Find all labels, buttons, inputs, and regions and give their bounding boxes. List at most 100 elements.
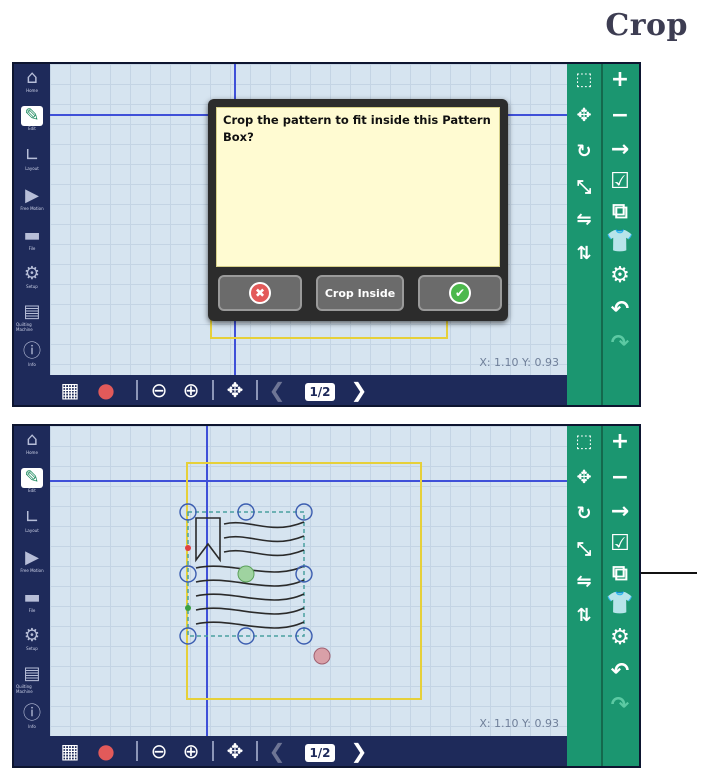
- pan-icon[interactable]: ✥: [222, 739, 248, 763]
- sidebar-item-edit[interactable]: ✎ Edit: [16, 468, 48, 504]
- pattern-box-icon[interactable]: ⬚: [569, 428, 599, 454]
- toolbar-divider: [212, 380, 214, 400]
- toolbar-divider: [212, 741, 214, 761]
- flag-stripe: [195, 607, 305, 615]
- quilting-machine-icon: ▤: [23, 663, 41, 684]
- sidebar-item-quilting-machine[interactable]: ▤ Quilting Machine: [16, 302, 48, 338]
- pattern-canvas[interactable]: X: 1.10 Y: 0.93 Crop the pattern to fit …: [50, 64, 567, 375]
- gears-icon: ⚙: [23, 263, 41, 284]
- screenshot-crop-dialog: ⌂ Home ✎ Edit ∟ Layout ▶ Free Motion ▬ File ⚙…: [12, 62, 641, 407]
- settings-gear-icon[interactable]: ⚙: [605, 262, 635, 288]
- sidebar-item-file[interactable]: ▬ File: [16, 226, 48, 262]
- page-indicator: 1/2: [300, 378, 340, 402]
- pattern-box-icon[interactable]: ⬚: [569, 66, 599, 92]
- flag-stripe: [195, 593, 305, 601]
- sidebar-item-quilting-machine[interactable]: ▤ Quilting Machine: [16, 664, 48, 700]
- next-arrow-icon[interactable]: →: [605, 136, 635, 162]
- center-handle: [237, 565, 255, 583]
- edit-list-icon[interactable]: ☑: [605, 530, 635, 556]
- move-pattern-icon[interactable]: ✥: [569, 464, 599, 490]
- rotate-icon[interactable]: ↻: [569, 138, 599, 164]
- needle-position-icon[interactable]: ●: [94, 378, 118, 402]
- pan-icon[interactable]: ✥: [222, 378, 248, 402]
- zoom-in-icon[interactable]: ⊕: [178, 739, 204, 763]
- flag-canton: [195, 517, 221, 563]
- redo-icon[interactable]: ↷: [605, 692, 635, 718]
- sidebar-item-info[interactable]: ⓘ Info: [16, 342, 48, 378]
- edit-icon: ✎: [21, 468, 43, 488]
- mirror-icon[interactable]: ⇋: [569, 206, 599, 232]
- screenshot-pattern-edit: ⌂ Home ✎ Edit ∟ Layout ▶ Free Motion ▬ File ⚙…: [12, 424, 641, 768]
- cursor-coordinates: X: 1.10 Y: 0.93: [479, 717, 559, 730]
- next-page-icon[interactable]: ❯: [346, 739, 372, 763]
- next-arrow-icon[interactable]: →: [605, 498, 635, 524]
- flip-icon[interactable]: ⇅: [569, 602, 599, 628]
- zoom-in-icon[interactable]: ⊕: [178, 378, 204, 402]
- edit-icon: ✎: [21, 106, 43, 126]
- remove-icon[interactable]: −: [605, 464, 635, 490]
- sidebar-item-setup[interactable]: ⚙ Setup: [16, 264, 48, 300]
- sidebar-item-layout[interactable]: ∟ Layout: [16, 508, 48, 544]
- grid-icon[interactable]: ▦: [58, 378, 82, 402]
- toolbar-column-divider: [601, 426, 603, 766]
- edit-list-icon[interactable]: ☑: [605, 168, 635, 194]
- resize-icon[interactable]: ⤡: [569, 536, 599, 562]
- right-toolbar: ⬚ ✥ ↻ ⤡ ⇋ ⇅ + − → ☑ ⧉ 👕 ⚙ ↶ ↷: [567, 64, 639, 405]
- quilting-machine-icon: ▤: [23, 301, 41, 322]
- move-pattern-icon[interactable]: ✥: [569, 102, 599, 128]
- previous-page-icon[interactable]: ❮: [264, 739, 290, 763]
- shirt-icon[interactable]: 👕: [605, 590, 635, 616]
- pattern-canvas[interactable]: X: 1.10 Y: 0.93: [50, 426, 567, 736]
- crop-confirm-dialog: Crop the pattern to fit inside this Patt…: [208, 99, 508, 321]
- settings-gear-icon[interactable]: ⚙: [605, 624, 635, 650]
- remove-icon[interactable]: −: [605, 102, 635, 128]
- bottom-toolbar: ▦ ● ⊖ ⊕ ✥ ❮ 1/2 ❯: [50, 375, 567, 405]
- sidebar-item-free-motion[interactable]: ▶ Free Motion: [16, 186, 48, 222]
- checkmark-icon: ✔: [449, 282, 471, 304]
- start-point-marker: [185, 545, 191, 551]
- resize-icon[interactable]: ⤡: [569, 174, 599, 200]
- rotate-handle: [313, 647, 331, 665]
- redo-icon[interactable]: ↷: [605, 330, 635, 356]
- sidebar-item-setup[interactable]: ⚙ Setup: [16, 626, 48, 662]
- mirror-icon[interactable]: ⇋: [569, 568, 599, 594]
- cursor-coordinates: X: 1.10 Y: 0.93: [479, 356, 559, 369]
- pattern-preview[interactable]: [50, 426, 567, 736]
- cancel-button[interactable]: ✖: [218, 275, 302, 311]
- info-icon: ⓘ: [23, 341, 41, 362]
- confirm-button[interactable]: ✔: [418, 275, 502, 311]
- crop-icon[interactable]: ⧉: [605, 198, 635, 224]
- add-icon[interactable]: +: [605, 66, 635, 92]
- crop-icon[interactable]: ⧉: [605, 560, 635, 586]
- sidebar-item-home[interactable]: ⌂ Home: [16, 68, 48, 104]
- toolbar-divider: [256, 741, 258, 761]
- gears-icon: ⚙: [23, 625, 41, 646]
- grid-icon[interactable]: ▦: [58, 739, 82, 763]
- add-icon[interactable]: +: [605, 428, 635, 454]
- rotate-icon[interactable]: ↻: [569, 500, 599, 526]
- left-sidebar: ⌂ Home ✎ Edit ∟ Layout ▶ Free Motion ▬ File ⚙…: [14, 64, 50, 405]
- sidebar-item-info[interactable]: ⓘ Info: [16, 704, 48, 740]
- undo-icon[interactable]: ↶: [605, 658, 635, 684]
- flag-stripe: [195, 621, 305, 629]
- flip-icon[interactable]: ⇅: [569, 240, 599, 266]
- crop-inside-button[interactable]: Crop Inside: [316, 275, 404, 311]
- shirt-icon[interactable]: 👕: [605, 228, 635, 254]
- previous-page-icon[interactable]: ❮: [264, 378, 290, 402]
- needle-position-icon[interactable]: ●: [94, 739, 118, 763]
- sidebar-item-layout[interactable]: ∟ Layout: [16, 146, 48, 182]
- zoom-out-icon[interactable]: ⊖: [146, 378, 172, 402]
- sidebar-item-edit[interactable]: ✎ Edit: [16, 106, 48, 142]
- next-page-icon[interactable]: ❯: [346, 378, 372, 402]
- page-title: Crop: [605, 8, 688, 43]
- free-motion-icon: ▶: [25, 185, 39, 206]
- home-icon: ⌂: [26, 67, 38, 88]
- sidebar-item-free-motion[interactable]: ▶ Free Motion: [16, 548, 48, 584]
- sidebar-item-home[interactable]: ⌂ Home: [16, 430, 48, 466]
- undo-icon[interactable]: ↶: [605, 296, 635, 322]
- bottom-toolbar: ▦ ● ⊖ ⊕ ✥ ❮ 1/2 ❯: [50, 736, 567, 766]
- layout-icon: ∟: [24, 145, 40, 166]
- zoom-out-icon[interactable]: ⊖: [146, 739, 172, 763]
- sidebar-item-file[interactable]: ▬ File: [16, 588, 48, 624]
- callout-line: [641, 572, 697, 574]
